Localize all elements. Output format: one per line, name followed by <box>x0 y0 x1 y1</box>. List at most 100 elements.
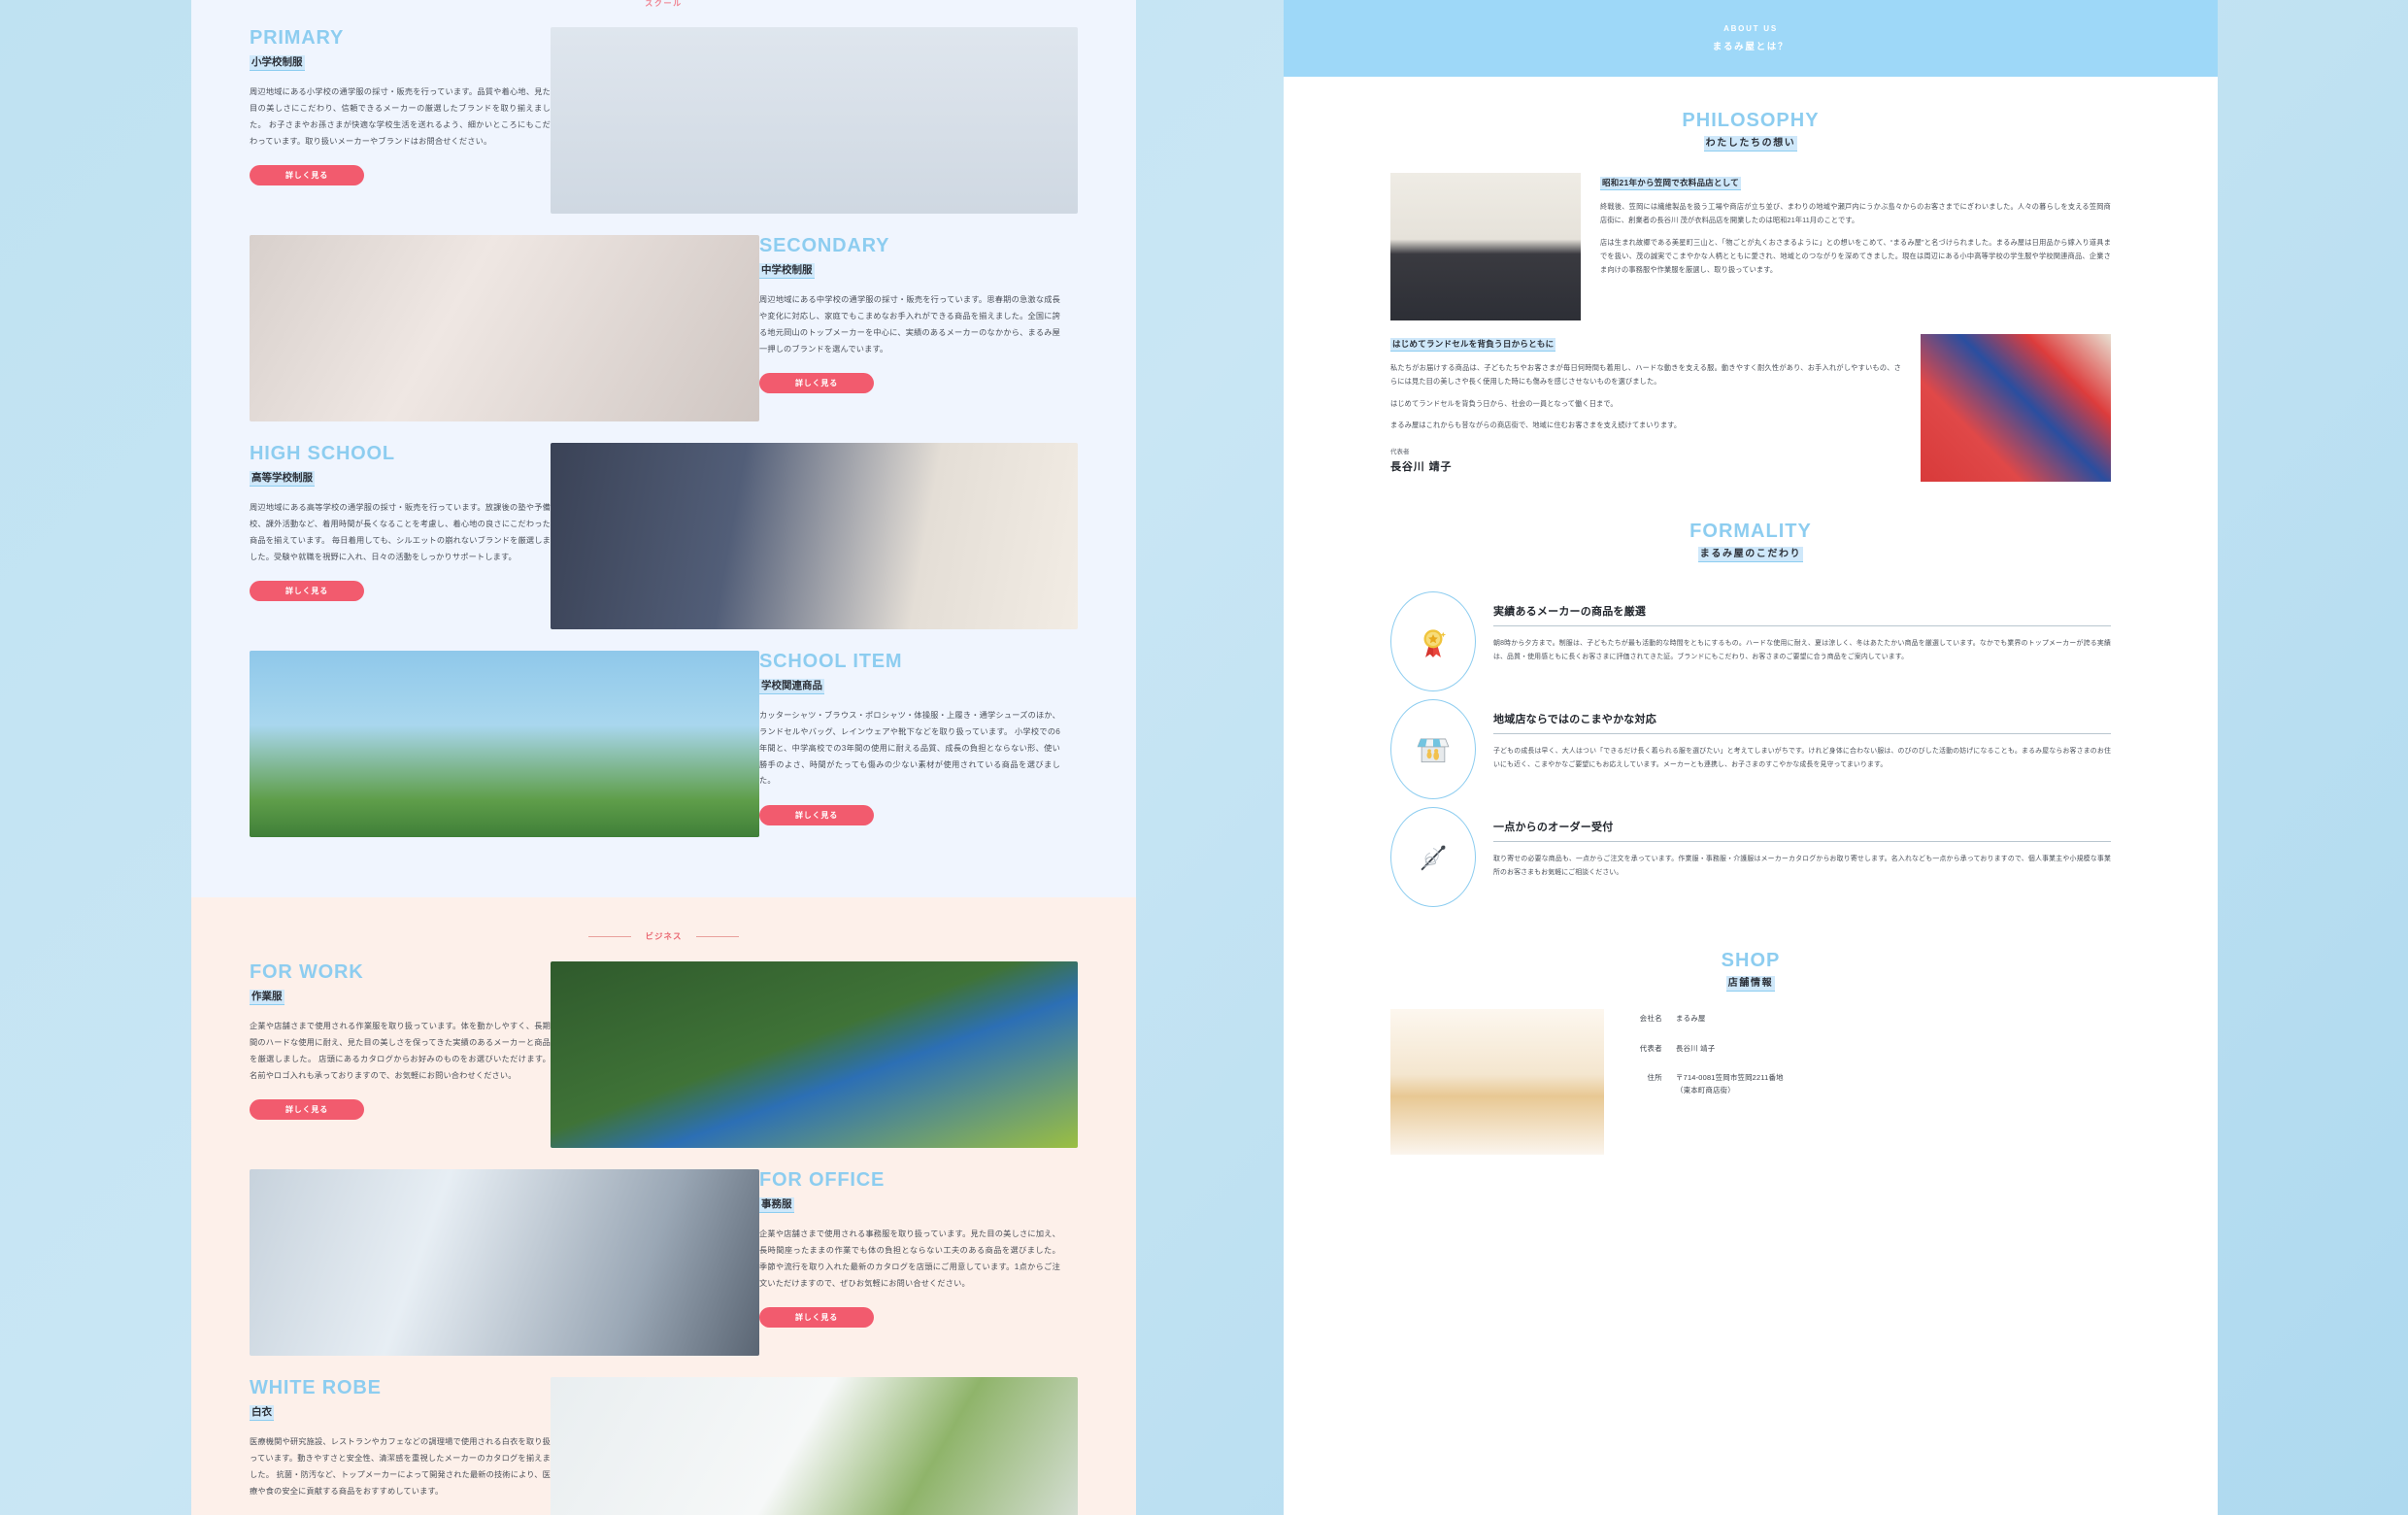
philosophy-block-1: 昭和21年から笠岡で衣料品店として 終戦後、笠岡には繊維製品を扱う工場や商店が立… <box>1284 173 2218 320</box>
product-description-high-school: 周辺地域にある高等学校の通学服の採寸・販売を行っています。放課後の塾や予備校、課… <box>250 503 551 561</box>
philosophy-title-ja: わたしたちの想い <box>1703 136 1798 152</box>
product-title-en-primary: PRIMARY <box>250 27 345 49</box>
business-divider-label: ビジネス <box>645 931 683 941</box>
divider-line-right <box>695 935 739 937</box>
product-image-for-office <box>250 1169 759 1356</box>
philosophy-block-2: はじめてランドセルを背負う日からともに 私たちがお届けする商品は、子どもたちやお… <box>1284 334 2218 482</box>
school-section-block: スクール PRIMARY 小学校制服 周辺地域にある小学校の通学服の採寸・販売を… <box>191 0 1136 897</box>
product-title-en-for-work: FOR WORK <box>250 961 364 983</box>
product-description-for-work: 企業や店舗さまで使用される作業服を取り扱っています。体を動かしやすく、長期間のハ… <box>250 1022 551 1080</box>
shop-info-row-representative: 代表者 長谷川 靖子 <box>1629 1043 2111 1056</box>
philosophy-subheading-1: 昭和21年から笠岡で衣料品店として <box>1600 177 1742 190</box>
shop-details: 会社名 まるみ屋 代表者 長谷川 靖子 住所 〒714-0081笠岡市笠岡221… <box>1629 1009 2111 1114</box>
formality-item-3: 一点からのオーダー受付 取り寄せの必要な商品も、一点からご注文を承っています。作… <box>1284 799 2218 907</box>
product-image-secondary <box>250 235 759 421</box>
philosophy-paragraph-1-2: 店は生まれ故郷である美星町三山と、「物ごとが丸くおさまるように」との想いをこめて… <box>1600 237 2111 275</box>
product-text-for-work: FOR WORK 作業服 企業や店舗さまで使用される作業服を取り扱っています。体… <box>250 961 551 1121</box>
product-title-en-high-school: HIGH SCHOOL <box>250 443 395 464</box>
product-description-school-item: カッターシャツ・ブラウス・ポロシャツ・体操服・上履き・通学シューズのほか、ランド… <box>759 711 1060 786</box>
formality-item-2: 地域店ならではのこまやかな対応 子どもの成長は早く、大人はつい「できるだけ長く着… <box>1284 691 2218 799</box>
hero-title-en: ABOUT US <box>1723 24 1778 33</box>
detail-button-primary[interactable]: 詳しく見る <box>250 165 364 186</box>
school-divider-label: スクール <box>645 0 683 8</box>
product-title-en-school-item: SCHOOL ITEM <box>759 651 903 672</box>
product-row-for-office: FOR OFFICE 事務服 企業や店舗さまで使用される事務服を取り扱っています… <box>191 1169 1136 1356</box>
school-goods-photo <box>1921 334 2111 482</box>
product-description-primary: 周辺地域にある小学校の通学服の採寸・販売を行っています。品質や着心地、見た目の美… <box>250 87 551 146</box>
school-item-photo <box>250 651 759 837</box>
formality-description-2: 子どもの成長は早く、大人はつい「できるだけ長く着られる服を選びたい」と考えてしま… <box>1493 748 2111 769</box>
product-image-high-school <box>551 443 1078 629</box>
product-image-white-robe <box>551 1377 1078 1515</box>
formality-description-1: 朝8時から夕方まで。制服は、子どもたちが最も活動的な時間をともにするもの。ハード… <box>1493 640 2111 661</box>
shop-info-key-address: 住所 <box>1647 1073 1662 1083</box>
product-row-white-robe: WHITE ROBE 白衣 医療機関や研究施設、レストランやカフェなどの調理場で… <box>191 1377 1136 1515</box>
product-text-secondary: SECONDARY 中学校制服 周辺地域にある中学校の通学服の採寸・販売を行って… <box>759 235 1060 394</box>
product-text-white-robe: WHITE ROBE 白衣 医療機関や研究施設、レストランやカフェなどの調理場で… <box>250 1377 551 1515</box>
business-section-block: ビジネス FOR WORK 作業服 企業や店舗さまで使用される作業服を取り扱って… <box>191 897 1136 1515</box>
storefront-photo <box>1390 1009 1604 1155</box>
secondary-school-uniform-photo <box>250 235 759 421</box>
formality-title-en: FORMALITY <box>1689 521 1812 542</box>
formality-body-3: 一点からのオーダー受付 取り寄せの必要な商品も、一点からご注文を承っています。作… <box>1493 807 2111 880</box>
product-title-en-white-robe: WHITE ROBE <box>250 1377 382 1398</box>
product-title-en-secondary: SECONDARY <box>759 235 890 256</box>
formality-description-3: 取り寄せの必要な商品も、一点からご注文を承っています。作業服・事務服・介護服はメ… <box>1493 856 2111 877</box>
formality-body-1: 実績あるメーカーの商品を厳選 朝8時から夕方まで。制服は、子どもたちが最も活動的… <box>1493 591 2111 664</box>
needle-thread-icon <box>1421 844 1446 870</box>
philosophy-text-2: はじめてランドセルを背負う日からともに 私たちがお届けする商品は、子どもたちやお… <box>1390 334 1901 474</box>
white-robe-photo <box>551 1377 1078 1515</box>
product-title-en-for-office: FOR OFFICE <box>759 1169 886 1191</box>
product-description-for-office: 企業や店舗さまで使用される事務服を取り扱っています。見た目の美しさに加え、長時間… <box>759 1229 1060 1288</box>
shop-info-row-company: 会社名 まるみ屋 <box>1629 1013 2111 1026</box>
formality-icon-circle-1 <box>1390 591 1476 691</box>
product-title-ja-white-robe: 白衣 <box>250 1405 274 1422</box>
shop-info-row-address: 住所 〒714-0081笠岡市笠岡2211番地 （東本町商店街） <box>1629 1072 2111 1096</box>
shop-info-value-company: まるみ屋 <box>1676 1014 1706 1023</box>
detail-button-secondary[interactable]: 詳しく見る <box>759 373 874 394</box>
product-text-school-item: SCHOOL ITEM 学校関連商品 カッターシャツ・ブラウス・ポロシャツ・体操… <box>759 651 1060 826</box>
formality-title-3: 一点からのオーダー受付 <box>1493 822 1614 833</box>
philosophy-subheading-2: はじめてランドセルを背負う日からともに <box>1390 338 1556 352</box>
philosophy-paragraph-2-3: まるみ屋はこれからも昔ながらの商店街で、地域に住むお客さまを支え続けてまいります… <box>1390 420 1682 429</box>
primary-school-uniform-photo <box>551 27 1078 214</box>
work-wear-photo <box>551 961 1078 1148</box>
formality-rule-3 <box>1493 841 2111 842</box>
formality-icon-circle-3 <box>1390 807 1476 907</box>
philosophy-image-1 <box>1390 173 1581 320</box>
product-image-school-item <box>250 651 759 837</box>
product-row-high-school: HIGH SCHOOL 高等学校制服 周辺地域にある高等学校の通学服の採寸・販売… <box>191 443 1136 629</box>
product-row-school-item: SCHOOL ITEM 学校関連商品 カッターシャツ・ブラウス・ポロシャツ・体操… <box>191 651 1136 837</box>
shop-info-value-address: 〒714-0081笠岡市笠岡2211番地 （東本町商店街） <box>1676 1073 1784 1094</box>
medal-icon <box>1423 628 1447 657</box>
product-text-high-school: HIGH SCHOOL 高等学校制服 周辺地域にある高等学校の通学服の採寸・販売… <box>250 443 551 602</box>
philosophy-heading: PHILOSOPHY わたしたちの想い <box>1284 77 2218 173</box>
product-title-ja-school-item: 学校関連商品 <box>759 679 824 695</box>
formality-icon-circle-2 <box>1390 699 1476 799</box>
shop-title-ja: 店舗情報 <box>1725 976 1776 992</box>
left-panel: スクール PRIMARY 小学校制服 周辺地域にある小学校の通学服の採寸・販売を… <box>191 0 1136 1515</box>
product-row-for-work: FOR WORK 作業服 企業や店舗さまで使用される作業服を取り扱っています。体… <box>191 961 1136 1148</box>
formality-item-1: 実績あるメーカーの商品を厳選 朝8時から夕方まで。制服は、子どもたちが最も活動的… <box>1284 584 2218 691</box>
detail-button-school-item[interactable]: 詳しく見る <box>759 805 874 826</box>
about-us-hero: ABOUT US まるみ屋とは？ <box>1284 0 2218 77</box>
formality-rule-1 <box>1493 625 2111 626</box>
product-text-for-office: FOR OFFICE 事務服 企業や店舗さまで使用される事務服を取り扱っています… <box>759 1169 1060 1329</box>
philosophy-text-1: 昭和21年から笠岡で衣料品店として 終戦後、笠岡には繊維製品を扱う工場や商店が立… <box>1600 173 2111 286</box>
right-panel: ABOUT US まるみ屋とは？ PHILOSOPHY わたしたちの想い 昭和2… <box>1284 0 2218 1515</box>
divider-line-left <box>588 935 632 937</box>
representative-label: 代表者 <box>1390 449 1410 456</box>
detail-button-for-office[interactable]: 詳しく見る <box>759 1307 874 1329</box>
shop-info-key-company: 会社名 <box>1639 1014 1662 1023</box>
product-title-ja-primary: 小学校制服 <box>250 55 305 72</box>
business-divider: ビジネス <box>191 897 1136 961</box>
product-title-ja-high-school: 高等学校制服 <box>250 471 315 488</box>
shop-info-row: 会社名 まるみ屋 代表者 長谷川 靖子 住所 〒714-0081笠岡市笠岡221… <box>1284 1009 2218 1155</box>
formality-title-ja: まるみ屋のこだわり <box>1697 547 1804 562</box>
shop-info-key-representative: 代表者 <box>1639 1043 1662 1053</box>
detail-button-high-school[interactable]: 詳しく見る <box>250 581 364 602</box>
philosophy-paragraph-1-1: 終戦後、笠岡には繊維製品を扱う工場や商店が立ち並び、まわりの地域や瀬戸内にうかぶ… <box>1600 201 2111 225</box>
product-title-ja-for-office: 事務服 <box>759 1197 794 1214</box>
representative-name: 長谷川 靖子 <box>1390 461 1453 474</box>
detail-button-for-work[interactable]: 詳しく見る <box>250 1099 364 1121</box>
